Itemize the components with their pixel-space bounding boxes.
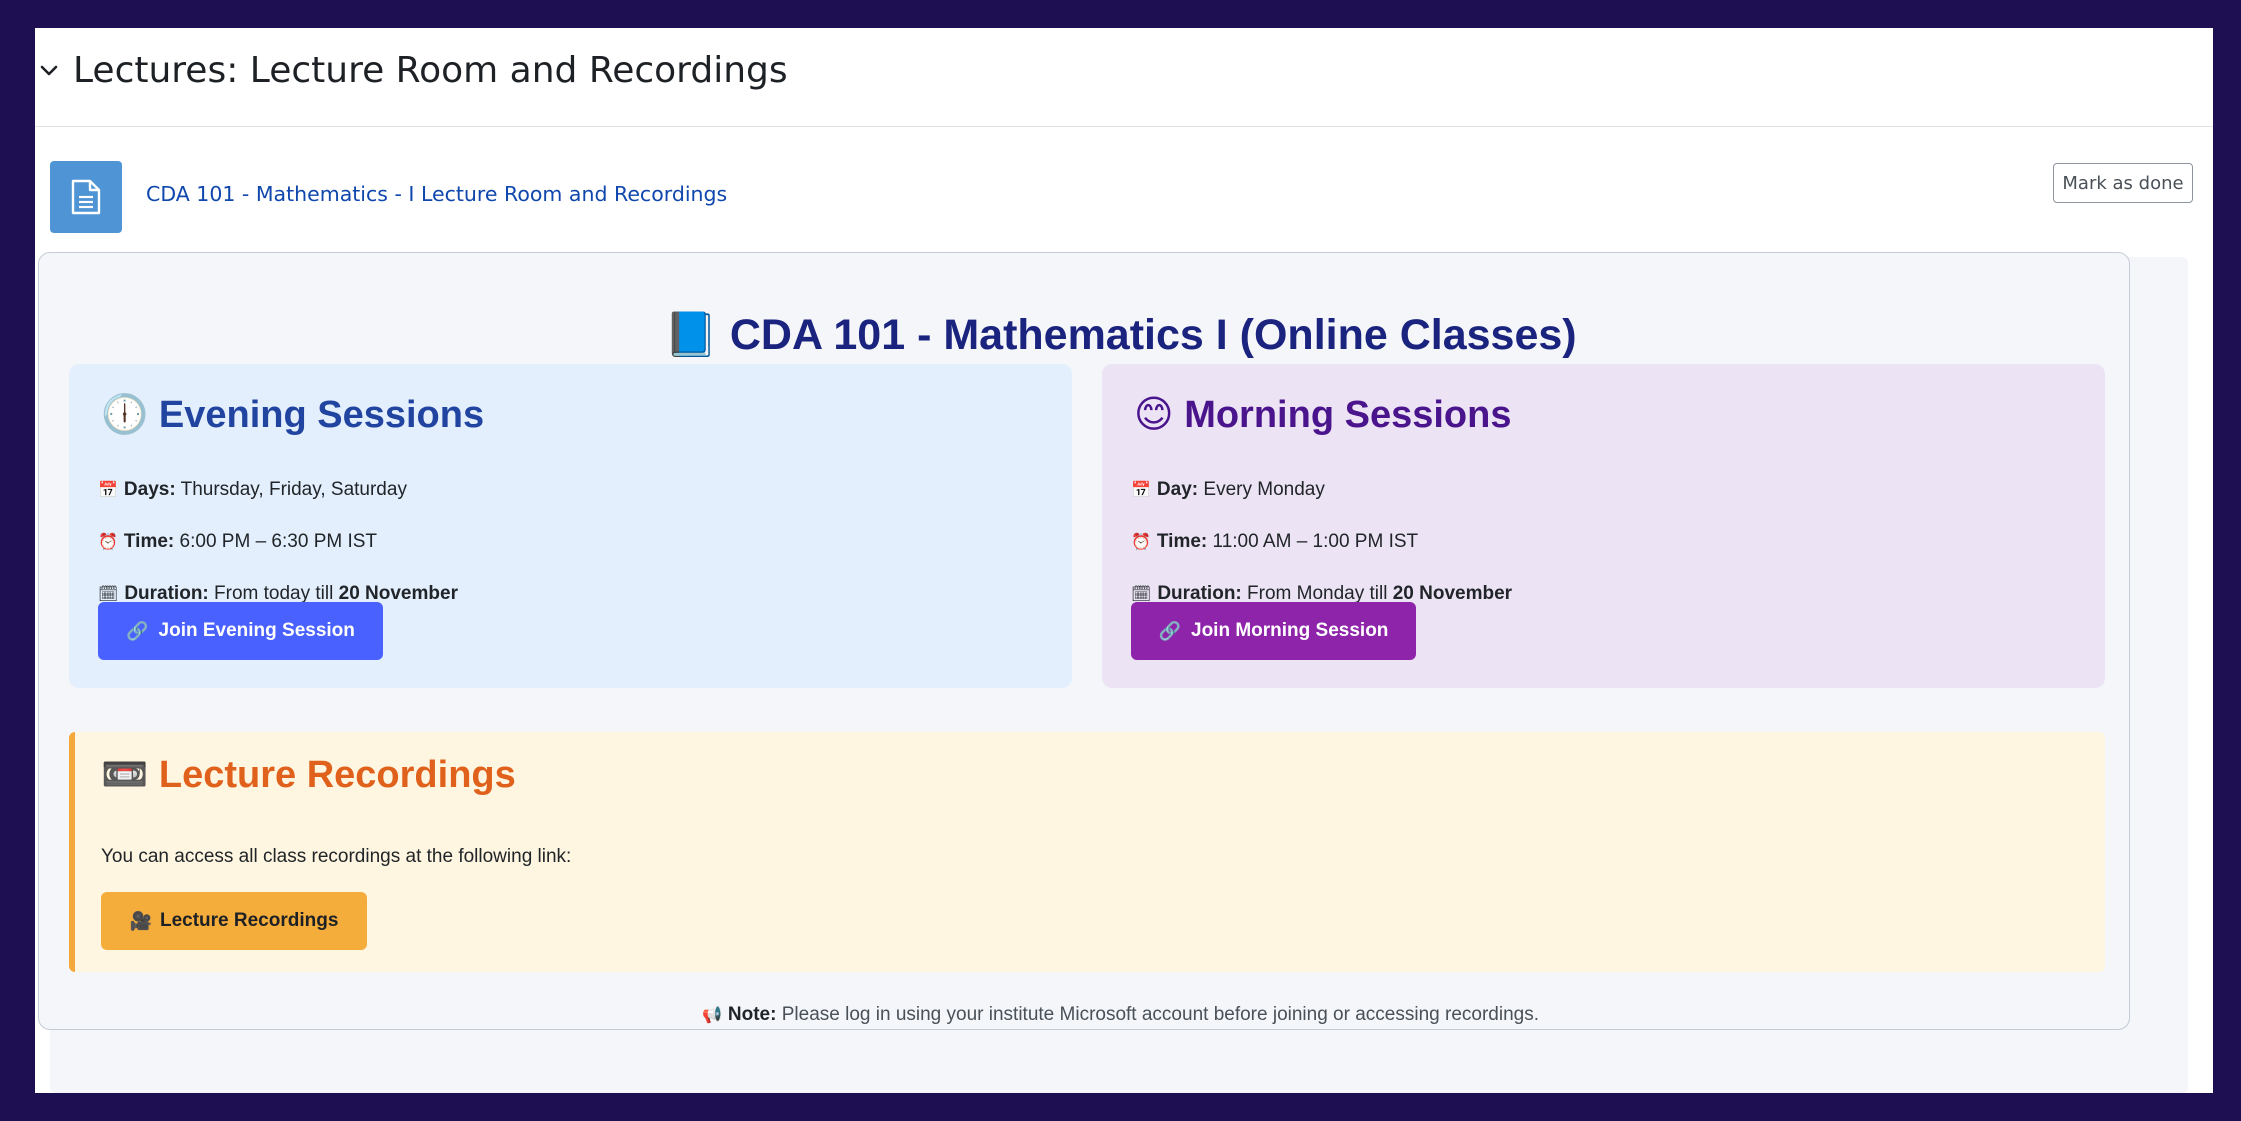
join-morning-session-button[interactable]: 🔗 Join Morning Session — [1131, 602, 1416, 660]
days-label: Days: — [123, 479, 176, 500]
spiral-calendar-icon: 🗓 — [1131, 584, 1152, 603]
book-icon: 📘 — [664, 310, 718, 360]
duration-prefix: From Monday till — [1247, 583, 1388, 604]
join-evening-label: Join Evening Session — [158, 620, 355, 641]
duration-label: Duration: — [1157, 583, 1242, 604]
duration-end: 20 November — [338, 583, 458, 604]
morning-heading-text: Morning Sessions — [1184, 394, 1512, 436]
videocassette-icon: 📼 — [101, 752, 149, 796]
day-label: Day: — [1156, 479, 1199, 500]
evening-heading: 🕕 Evening Sessions — [101, 392, 484, 437]
course-title: 📘 CDA 101 - Mathematics I (Online Classe… — [0, 310, 2241, 360]
clock-icon: 🕕 — [101, 392, 149, 436]
note-label: Note: — [727, 1004, 777, 1025]
alarm-clock-icon: ⏰ — [1131, 532, 1151, 551]
course-title-text: CDA 101 - Mathematics I (Online Classes) — [729, 311, 1577, 359]
morning-heading: 😊 Morning Sessions — [1134, 392, 1511, 437]
spiral-calendar-icon: 🗓 — [98, 584, 119, 603]
calendar-icon: 📅 — [98, 480, 118, 499]
join-evening-session-button[interactable]: 🔗 Join Evening Session — [98, 602, 383, 660]
time-value: 6:00 PM – 6:30 PM IST — [179, 531, 378, 552]
lecture-recordings-box: 📼 Lecture Recordings You can access all … — [69, 732, 2105, 972]
day-value: Every Monday — [1203, 479, 1325, 500]
duration-end: 20 November — [1392, 583, 1513, 604]
mark-as-done-button[interactable]: Mark as done — [2053, 163, 2193, 203]
section-title[interactable]: Lectures: Lecture Room and Recordings — [73, 50, 788, 91]
megaphone-icon: 📢 — [701, 1005, 722, 1024]
recordings-heading-text: Lecture Recordings — [158, 754, 516, 796]
calendar-icon: 📅 — [1131, 480, 1151, 499]
time-label: Time: — [1156, 531, 1208, 552]
movie-camera-icon: 🎥 — [129, 910, 152, 932]
link-icon: 🔗 — [1158, 620, 1181, 642]
lecture-recordings-button[interactable]: 🎥 Lecture Recordings — [101, 892, 367, 950]
duration-prefix: From today till — [214, 583, 334, 604]
evening-heading-text: Evening Sessions — [158, 394, 485, 436]
join-morning-label: Join Morning Session — [1191, 620, 1389, 641]
smiling-face-icon: 😊 — [1134, 392, 1174, 436]
recordings-description: You can access all class recordings at t… — [101, 846, 572, 867]
time-label: Time: — [123, 531, 175, 552]
morning-day: 📅 Day: Every Monday — [1131, 479, 1325, 501]
document-icon[interactable] — [50, 161, 122, 233]
time-value: 11:00 AM – 1:00 PM IST — [1212, 531, 1419, 552]
section-header: Lectures: Lecture Room and Recordings — [35, 28, 2213, 127]
lecture-recordings-label: Lecture Recordings — [159, 910, 339, 931]
activity-link[interactable]: CDA 101 - Mathematics - I Lecture Room a… — [146, 182, 727, 206]
login-note: 📢 Note: Please log in using your institut… — [0, 1004, 2241, 1026]
morning-time: ⏰ Time: 11:00 AM – 1:00 PM IST — [1131, 531, 1418, 553]
duration-label: Duration: — [124, 583, 209, 604]
chevron-down-icon[interactable] — [37, 58, 61, 82]
alarm-clock-icon: ⏰ — [98, 532, 118, 551]
morning-sessions-box: 😊 Morning Sessions 📅 Day: Every Monday ⏰ T… — [1102, 364, 2105, 688]
days-value: Thursday, Friday, Saturday — [180, 479, 407, 500]
evening-days: 📅 Days: Thursday, Friday, Saturday — [98, 479, 407, 501]
evening-sessions-box: 🕕 Evening Sessions 📅 Days: Thursday, Frid… — [69, 364, 1072, 688]
link-icon: 🔗 — [126, 620, 149, 642]
evening-time: ⏰ Time: 6:00 PM – 6:30 PM IST — [98, 531, 377, 553]
recordings-heading: 📼 Lecture Recordings — [101, 752, 516, 797]
note-text: Please log in using your institute Micro… — [781, 1004, 1539, 1025]
